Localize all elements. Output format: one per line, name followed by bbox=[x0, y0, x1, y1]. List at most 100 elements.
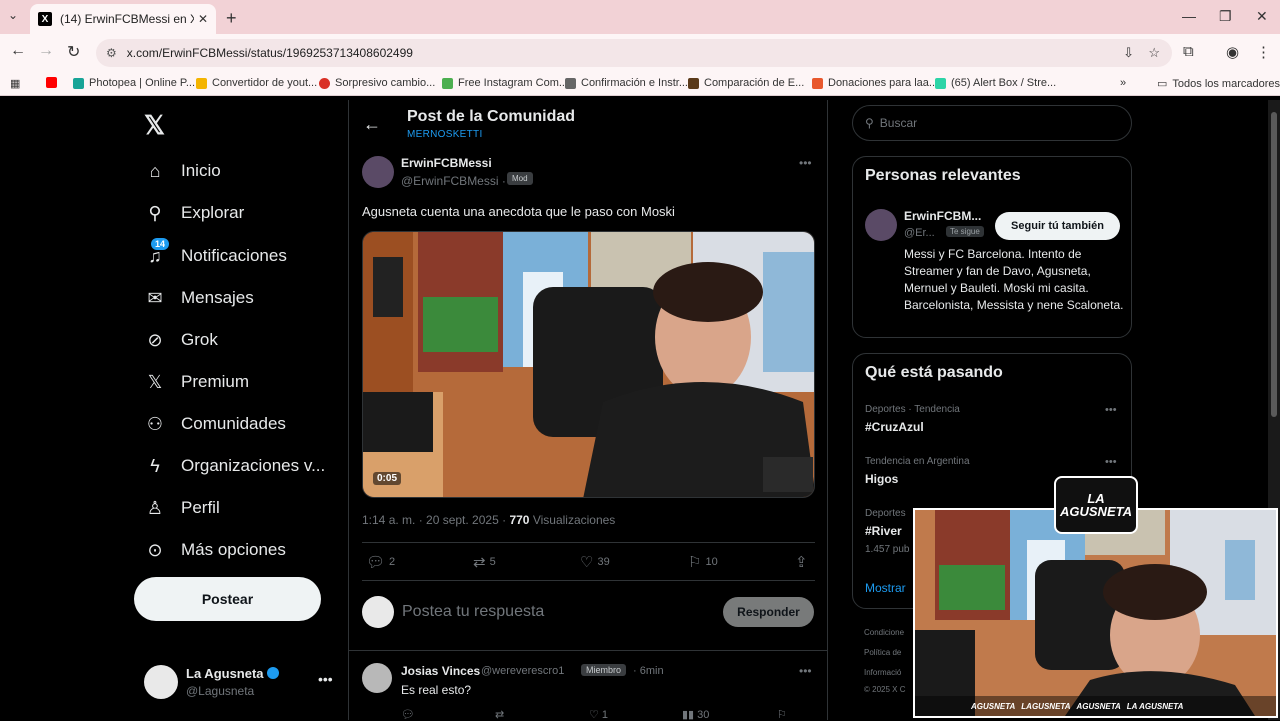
nav-item-mas-opciones[interactable]: ⊙ Más opciones bbox=[144, 539, 285, 561]
post-author-avatar[interactable] bbox=[362, 156, 394, 188]
reply-like-action[interactable]: ♡ 1 bbox=[589, 708, 608, 721]
footer-link[interactable]: Informació bbox=[864, 668, 901, 677]
reload-icon[interactable]: ↻ bbox=[67, 42, 80, 62]
trend-item[interactable]: Higos bbox=[865, 472, 898, 486]
reply-author-avatar[interactable] bbox=[362, 663, 392, 693]
follow-back-button[interactable]: Seguir tú también bbox=[995, 212, 1120, 240]
address-bar[interactable]: ⚙ x.com/ErwinFCBMessi/status/19692537134… bbox=[96, 39, 1172, 67]
bookmark-item[interactable]: (65) Alert Box / Stre... bbox=[935, 77, 1056, 89]
footer-link[interactable]: Política de bbox=[864, 648, 901, 657]
account-name: La Agusneta bbox=[186, 666, 264, 681]
lightning-icon: ϟ bbox=[150, 455, 160, 476]
folder-icon: ▭ bbox=[1157, 78, 1168, 90]
show-more-link[interactable]: Mostrar bbox=[865, 581, 906, 595]
tab-close-icon[interactable]: ✕ bbox=[198, 12, 208, 26]
divider bbox=[349, 650, 827, 651]
trend-item[interactable]: #CruzAzul bbox=[865, 420, 924, 434]
post-video[interactable]: 0:05 bbox=[362, 231, 815, 498]
repost-action[interactable]: ⇄ 5 bbox=[473, 553, 496, 571]
bookmark-item[interactable]: Free Instagram Com... bbox=[442, 77, 568, 89]
install-icon[interactable]: ⇩ bbox=[1123, 45, 1134, 61]
reply-more-icon[interactable]: ••• bbox=[799, 664, 812, 678]
footer-link[interactable]: Condicione bbox=[864, 628, 904, 637]
bookmark-item[interactable]: Photopea | Online P... bbox=[73, 77, 195, 89]
browser-menu-icon[interactable]: ⋮ bbox=[1256, 43, 1271, 61]
nav-item-explorar[interactable]: ⚲ Explorar bbox=[144, 202, 244, 224]
reply-author-handle[interactable]: @wereverescro1 bbox=[481, 665, 564, 677]
minimize-icon[interactable]: — bbox=[1182, 8, 1196, 24]
browser-tab[interactable]: X (14) ErwinFCBMessi en X: "Agus ✕ bbox=[30, 4, 216, 34]
all-bookmarks[interactable]: ▭ Todos los marcadores bbox=[1157, 77, 1280, 91]
search-input[interactable]: ⚲ Buscar bbox=[852, 105, 1132, 141]
bookmark-action[interactable]: ⚐ 10 bbox=[688, 553, 718, 571]
back-icon[interactable]: ← bbox=[10, 42, 26, 60]
bookmark-icon: ⚐ bbox=[688, 554, 702, 571]
bookmark-item[interactable]: Comparación de E... bbox=[688, 77, 804, 89]
back-arrow-icon[interactable]: ← bbox=[363, 114, 381, 135]
tab-search-chevron-icon[interactable]: ⌄ bbox=[8, 8, 18, 22]
nav-item-organizaciones[interactable]: ϟ Organizaciones v... bbox=[144, 455, 325, 477]
reply-author-name[interactable]: Josias Vinces bbox=[401, 664, 480, 678]
reply-repost-icon[interactable]: ⇄ bbox=[495, 708, 504, 721]
reply-action[interactable]: 💬︎ 2 bbox=[366, 553, 395, 571]
extensions-icon[interactable]: ⧉ bbox=[1183, 43, 1194, 60]
reply-bookmark-icon[interactable]: ⚐ bbox=[777, 708, 787, 721]
bookmark-item[interactable]: Confirmación e Instr... bbox=[565, 77, 688, 89]
bookmark-item[interactable]: Sorpresivo cambio... bbox=[319, 77, 435, 89]
trend-more-icon[interactable]: ••• bbox=[1105, 404, 1117, 416]
kick-handle: AGUSNETA bbox=[1076, 701, 1121, 711]
apps-grid-icon[interactable]: ▦ bbox=[10, 77, 20, 90]
like-action[interactable]: ♡ 39 bbox=[580, 553, 610, 571]
trend-context: Deportes · Tendencia bbox=[865, 404, 960, 415]
relevant-name[interactable]: ErwinFCBM... bbox=[904, 209, 981, 223]
trend-more-icon[interactable]: ••• bbox=[1105, 456, 1117, 468]
relevant-handle[interactable]: @Er... bbox=[904, 227, 935, 239]
post-more-icon[interactable]: ••• bbox=[799, 156, 812, 170]
bookmark-item[interactable]: Convertidor de yout... bbox=[196, 77, 317, 89]
window-close-icon[interactable]: ✕ bbox=[1256, 8, 1268, 25]
reply-reply-icon[interactable]: 💬︎ bbox=[401, 708, 415, 721]
relevant-bio: Messi y FC Barcelona. Intento de Streame… bbox=[904, 247, 1124, 312]
socials-bar: AGUSNETA LAGUSNETA AGUSNETA LA AGUSNETA bbox=[915, 696, 1276, 716]
bookmarks-bar: ▦ Photopea | Online P... Convertidor de … bbox=[0, 72, 1280, 96]
relevant-avatar[interactable] bbox=[865, 209, 897, 241]
nav-item-notificaciones[interactable]: ♫ 14 Notificaciones bbox=[144, 238, 287, 267]
account-more-icon[interactable]: ••• bbox=[318, 671, 333, 687]
nav-item-comunidades[interactable]: ⚇ Comunidades bbox=[144, 413, 286, 435]
share-action[interactable]: ⇪ bbox=[795, 553, 812, 571]
post-button[interactable]: Postear bbox=[134, 577, 321, 621]
bookmark-star-icon[interactable]: ☆ bbox=[1148, 45, 1160, 61]
maximize-icon[interactable]: ❐ bbox=[1219, 8, 1232, 25]
post-author-handle[interactable]: @ErwinFCBMessi bbox=[401, 174, 499, 188]
scrollbar-thumb[interactable] bbox=[1271, 112, 1277, 417]
footer-copyright: © 2025 X C bbox=[864, 685, 906, 694]
trend-item[interactable]: #River bbox=[865, 524, 902, 538]
nav-item-grok[interactable]: ⊘ Grok bbox=[144, 329, 217, 351]
composer-avatar bbox=[362, 596, 394, 628]
account-switcher[interactable]: La Agusneta @Lagusneta ••• bbox=[144, 665, 334, 705]
divider bbox=[362, 542, 815, 543]
responder-button[interactable]: Responder bbox=[723, 597, 814, 627]
new-tab-icon[interactable]: + bbox=[226, 8, 237, 29]
nav-item-inicio[interactable]: ⌂ Inicio bbox=[144, 160, 221, 182]
bookmark-item[interactable]: Donaciones para laa... bbox=[812, 77, 938, 89]
site-info-icon[interactable]: ⚙ bbox=[106, 46, 117, 60]
streamer-logo: LA AGUSNETA bbox=[1054, 476, 1138, 534]
webcam-image bbox=[915, 510, 1276, 716]
nav-item-mensajes[interactable]: ✉ Mensajes bbox=[144, 287, 253, 309]
community-link[interactable]: MERNOSKETTI bbox=[407, 129, 483, 140]
more-circle-icon: ⊙ bbox=[147, 539, 163, 560]
forward-icon[interactable]: → bbox=[38, 42, 54, 60]
reply-views-action[interactable]: ▮▮ 30 bbox=[682, 708, 709, 721]
profile-avatar-icon[interactable]: ◉ bbox=[1226, 43, 1239, 61]
reply-input[interactable]: Postea tu respuesta bbox=[402, 603, 544, 621]
left-navigation: 𝕏 ⌂ Inicio ⚲ Explorar ♫ 14 Notificaciones ✉ M… bbox=[134, 100, 334, 720]
post-author-name[interactable]: ErwinFCBMessi bbox=[401, 156, 492, 170]
nav-item-perfil[interactable]: ♙ Perfil bbox=[144, 497, 220, 519]
bell-icon: ♫ 14 bbox=[144, 238, 170, 267]
x-logo-icon[interactable]: 𝕏 bbox=[144, 110, 165, 141]
nav-item-premium[interactable]: 𝕏 Premium bbox=[144, 371, 249, 393]
youtube-bookmark[interactable] bbox=[46, 77, 62, 88]
account-handle: @Lagusneta bbox=[186, 684, 255, 698]
bookmarks-overflow-icon[interactable]: » bbox=[1120, 77, 1126, 89]
